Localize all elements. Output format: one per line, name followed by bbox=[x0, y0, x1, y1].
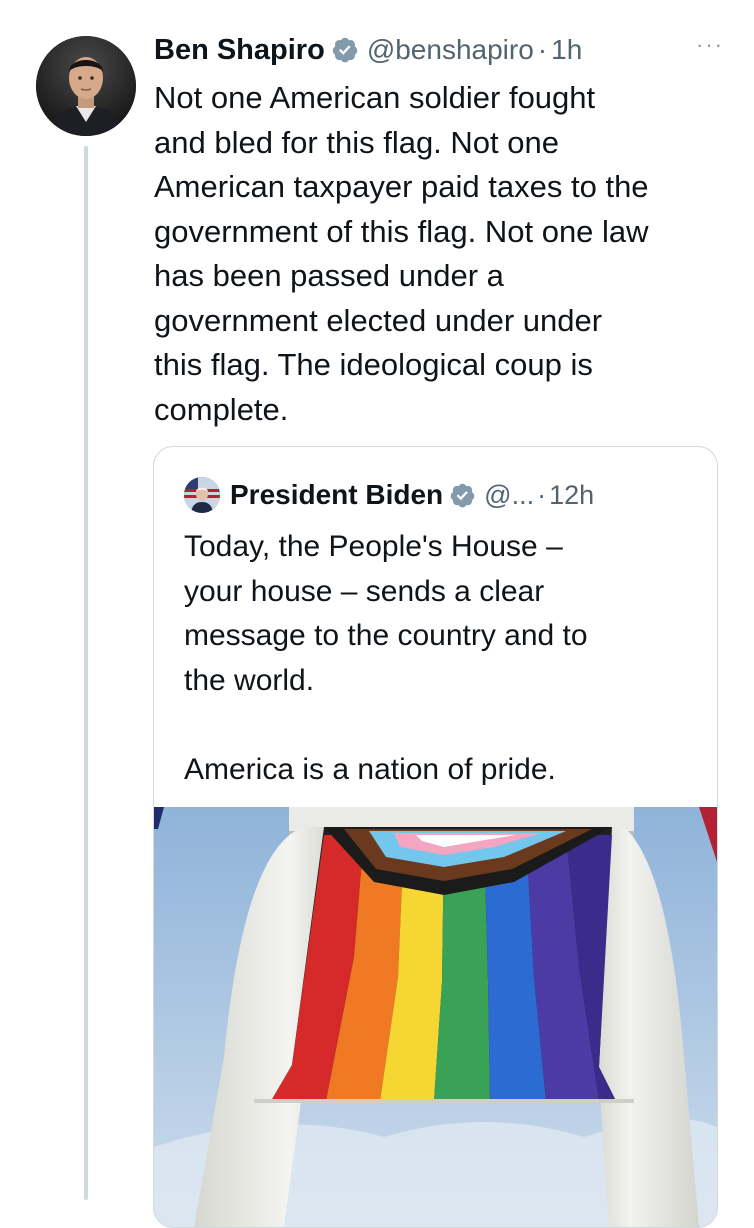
quoted-tweet-timestamp[interactable]: 12h bbox=[549, 480, 594, 511]
profile-photo-icon bbox=[184, 477, 220, 513]
quoted-author-avatar[interactable] bbox=[184, 477, 220, 513]
author-avatar[interactable] bbox=[36, 36, 136, 136]
tweet: Ben Shapiro @benshapiro · 1h ··· Not one… bbox=[0, 0, 754, 1228]
quoted-tweet-text: Today, the People's House – your house –… bbox=[184, 530, 588, 786]
tweet-timestamp[interactable]: 1h bbox=[551, 34, 582, 66]
quoted-author-handle[interactable]: @... bbox=[484, 480, 534, 511]
verified-badge-icon bbox=[450, 483, 475, 507]
tweet-text: Not one American soldier fought and bled… bbox=[154, 80, 649, 427]
quoted-tweet-photo[interactable] bbox=[154, 807, 717, 1227]
quoted-header-separator: · bbox=[537, 479, 547, 510]
header-separator: · bbox=[537, 34, 548, 65]
tweet-header: Ben Shapiro @benshapiro · 1h ··· bbox=[154, 26, 724, 74]
quoted-author-name[interactable]: President Biden bbox=[230, 479, 443, 511]
pride-flag bbox=[271, 827, 616, 1101]
thread-line bbox=[84, 146, 88, 1200]
more-options-icon[interactable]: ··· bbox=[696, 32, 724, 58]
quoted-tweet[interactable]: President Biden @... · 12h Today, the Pe… bbox=[153, 446, 718, 1228]
author-handle[interactable]: @benshapiro bbox=[367, 34, 534, 66]
profile-photo-icon bbox=[36, 36, 136, 136]
verified-badge-icon bbox=[332, 37, 358, 63]
author-name[interactable]: Ben Shapiro bbox=[154, 34, 325, 67]
quoted-tweet-header: President Biden @... · 12h bbox=[184, 475, 594, 515]
